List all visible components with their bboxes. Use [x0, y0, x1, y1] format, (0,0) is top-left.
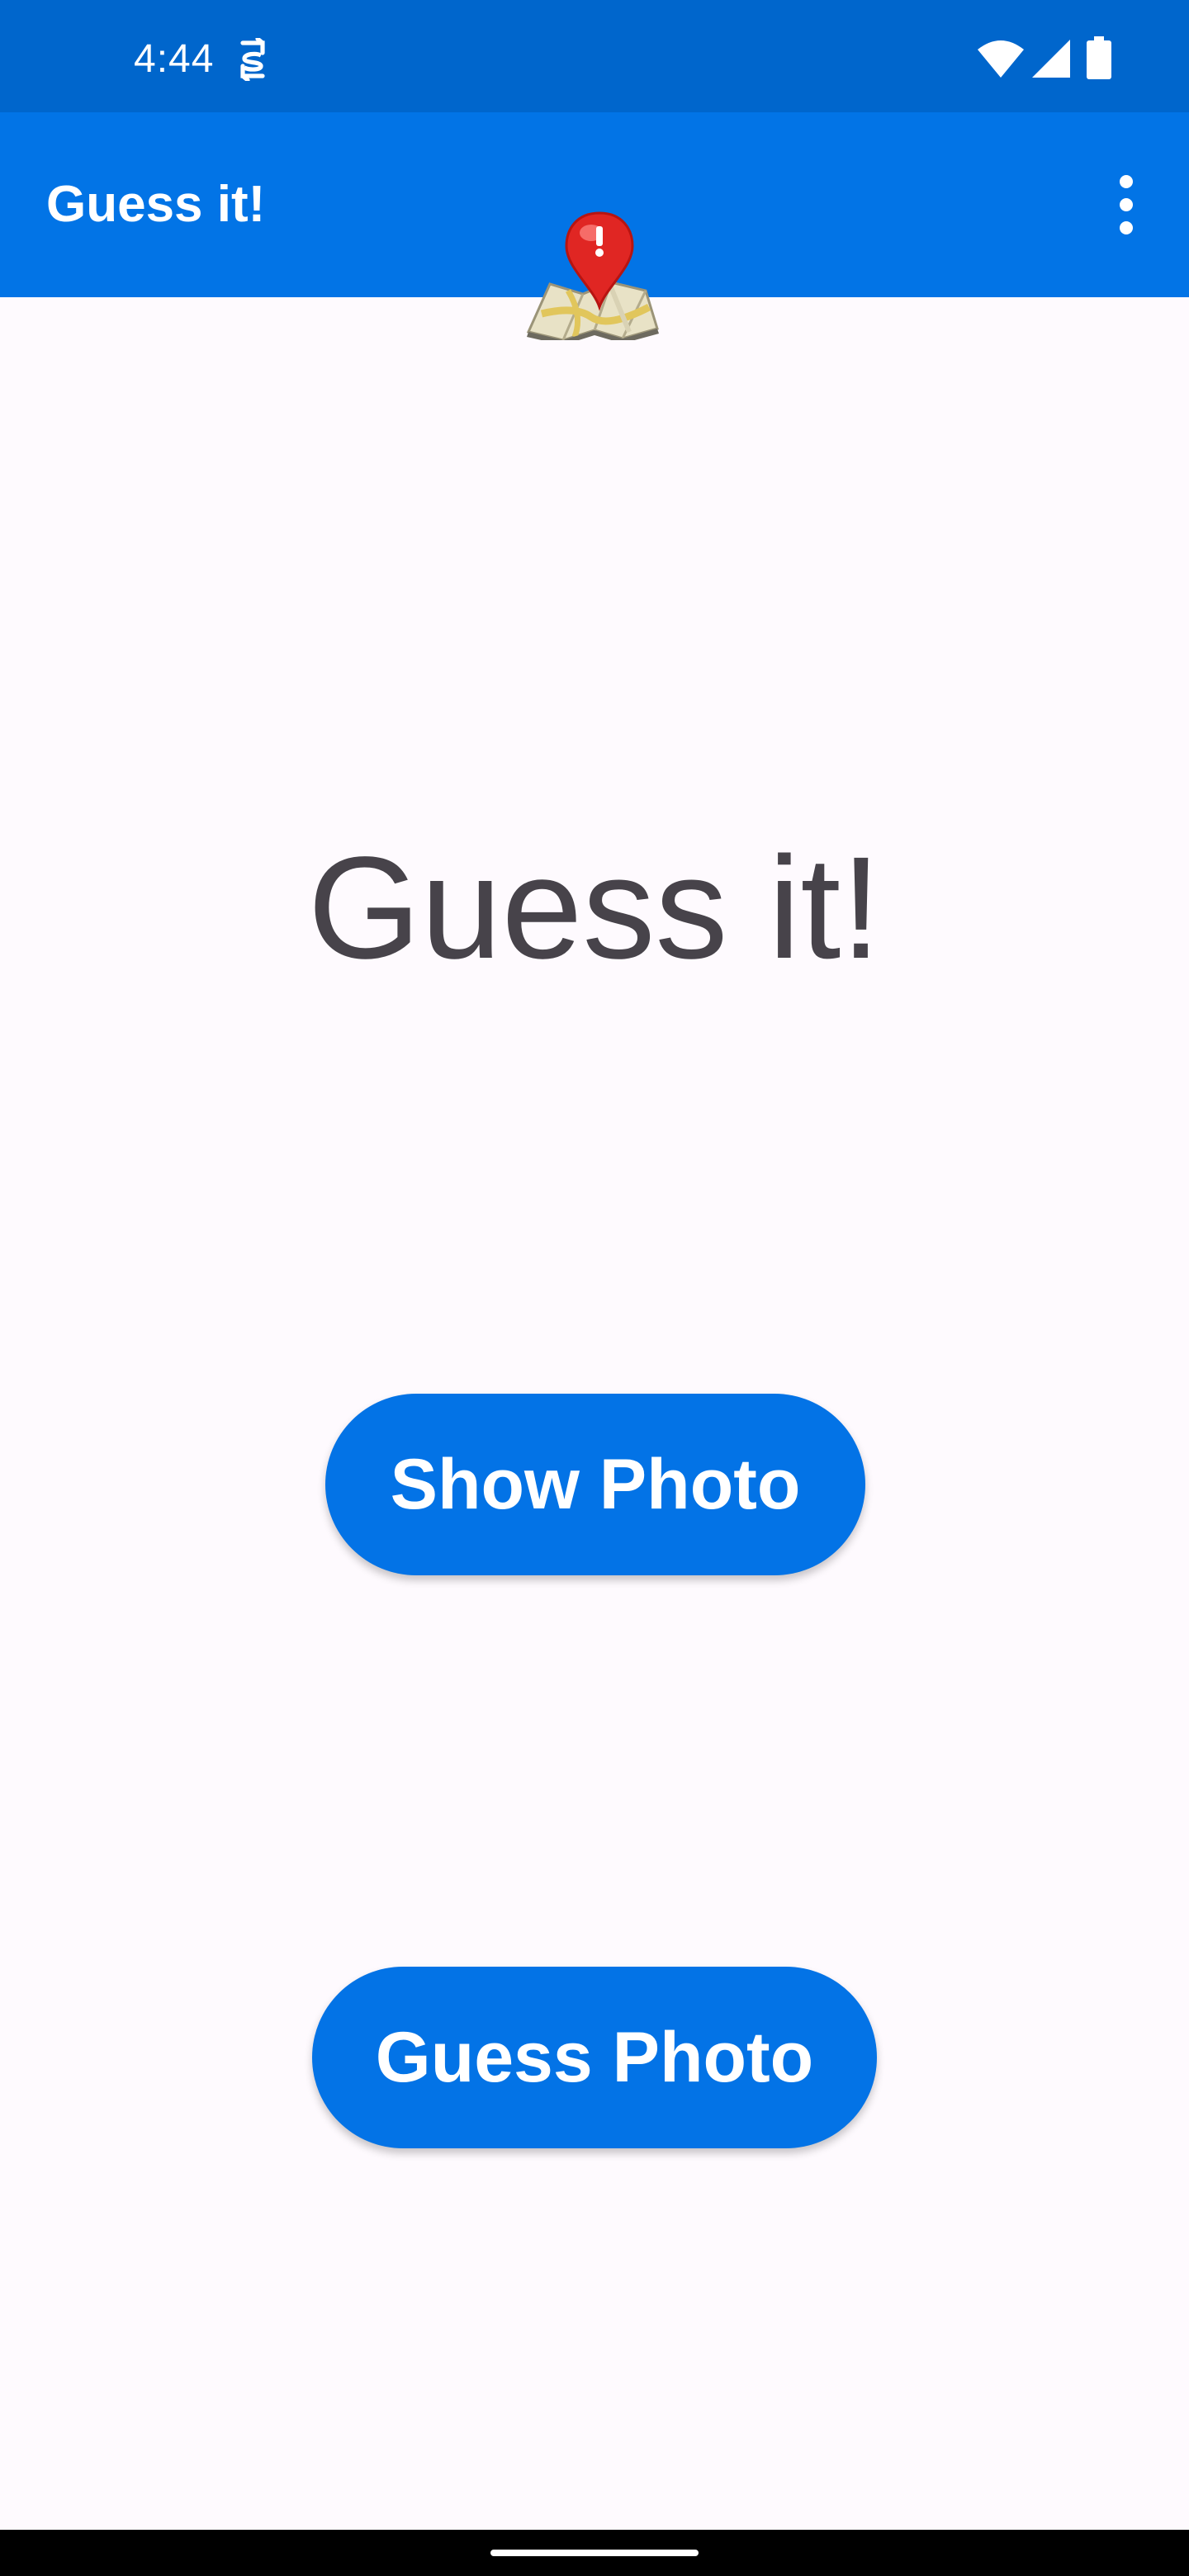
- status-time: 4:44: [134, 37, 215, 81]
- guess-photo-button[interactable]: Guess Photo: [312, 1967, 877, 2148]
- more-vertical-icon[interactable]: [1103, 165, 1149, 244]
- sim-sync-icon: [240, 38, 265, 81]
- wifi-icon: [978, 40, 1024, 78]
- main-title: Guess it!: [307, 827, 882, 989]
- cell-signal-icon: [1032, 40, 1070, 78]
- navigation-bar: [0, 2530, 1189, 2576]
- battery-icon: [1087, 36, 1111, 79]
- status-bar: 4:44: [0, 0, 1189, 112]
- app-bar-title: Guess it!: [46, 176, 266, 233]
- map-pin-icon: [526, 211, 659, 340]
- home-indicator[interactable]: [490, 2550, 699, 2556]
- show-photo-button[interactable]: Show Photo: [325, 1394, 865, 1575]
- screen: 4:44 Guess it! Guess it! Show Photo Gues…: [0, 0, 1189, 2576]
